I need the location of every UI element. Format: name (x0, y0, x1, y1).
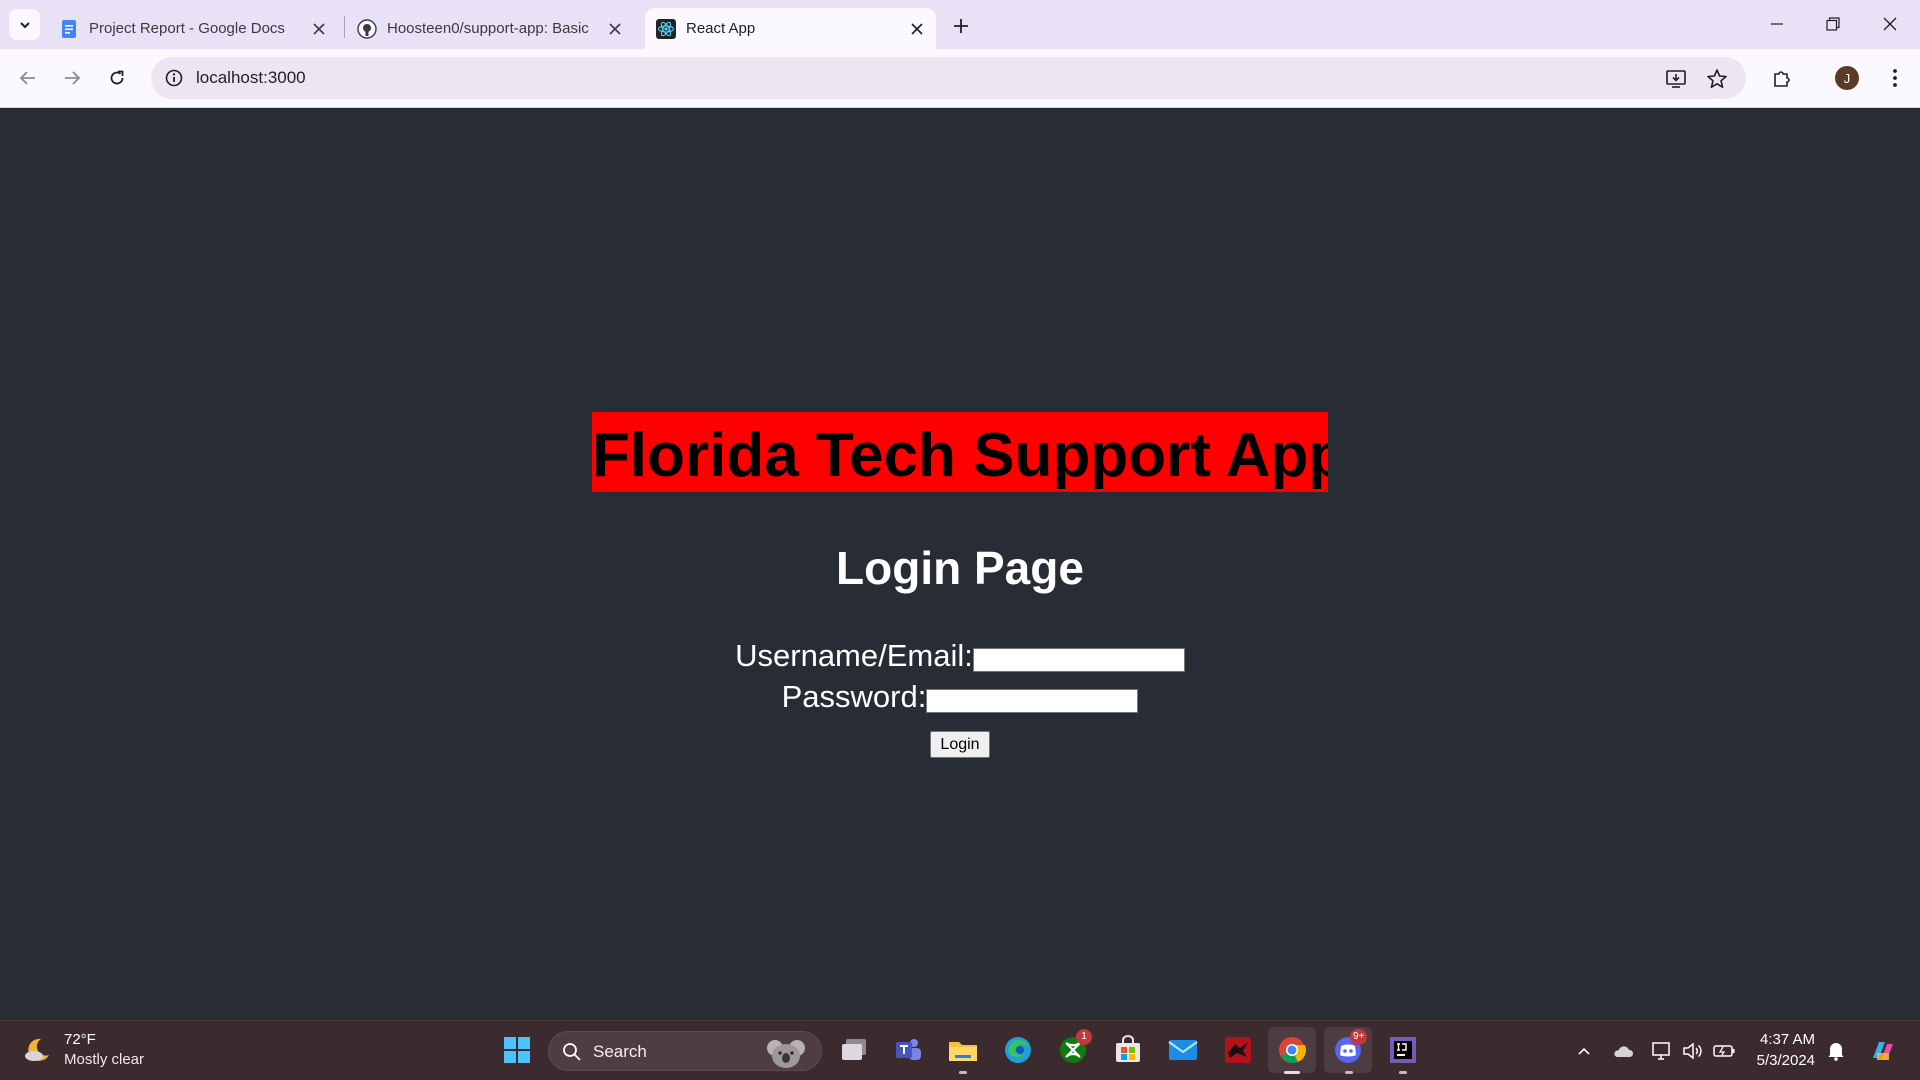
copilot-button[interactable] (1868, 1036, 1898, 1066)
react-icon (656, 18, 676, 39)
start-button[interactable] (500, 1033, 534, 1067)
chevron-down-icon (19, 21, 30, 28)
store-icon (1116, 1035, 1140, 1062)
speaker-icon (1683, 1042, 1702, 1060)
mail-icon (1168, 1040, 1198, 1060)
running-indicator (1345, 1071, 1353, 1074)
onedrive-tray[interactable] (1612, 1040, 1634, 1062)
login-button[interactable]: Login (930, 731, 990, 758)
tab-github[interactable]: Hoosteen0/support-app: Basic (346, 8, 634, 49)
notifications-button[interactable] (1825, 1040, 1847, 1062)
back-button[interactable] (11, 61, 45, 95)
close-tab-icon[interactable] (604, 18, 626, 40)
username-input[interactable] (972, 648, 1185, 672)
cloud-icon (1614, 1046, 1634, 1057)
show-hidden-icons-button[interactable] (1573, 1040, 1595, 1062)
username-row: Username/Email: (0, 638, 1920, 674)
mail-app[interactable] (1166, 1033, 1200, 1067)
teams-icon (896, 1039, 921, 1060)
bookmark-star-icon[interactable] (1704, 66, 1730, 92)
edge-icon (1005, 1037, 1031, 1063)
password-input[interactable] (926, 689, 1139, 713)
chevron-up-icon (1578, 1047, 1590, 1055)
tab-title: Hoosteen0/support-app: Basic (387, 20, 589, 37)
tab-google-docs[interactable]: Project Report - Google Docs (48, 8, 338, 49)
plus-icon (954, 19, 968, 33)
task-view-button[interactable] (837, 1033, 871, 1067)
running-indicator (959, 1071, 967, 1074)
browser-tab-strip: Project Report - Google Docs Hoosteen0/s… (0, 0, 1920, 49)
active-indicator (1284, 1071, 1300, 1074)
xbox-notification-badge: 1 (1076, 1029, 1092, 1045)
folder-icon (949, 1042, 977, 1061)
close-tab-icon[interactable] (906, 18, 928, 40)
close-tab-icon[interactable] (308, 18, 330, 40)
close-icon (1883, 17, 1897, 31)
battery-icon (1713, 1045, 1735, 1057)
profile-initial: J (1843, 70, 1851, 86)
bell-icon (1828, 1043, 1844, 1061)
gaming-app[interactable] (1221, 1033, 1255, 1067)
koala-highlight-icon (767, 1040, 805, 1068)
microsoft-store-app[interactable] (1111, 1033, 1145, 1067)
tab-search-button[interactable] (9, 9, 40, 40)
edge-app[interactable] (1001, 1033, 1035, 1067)
tab-title: React App (686, 20, 756, 37)
tab-separator (344, 16, 345, 38)
site-info-icon[interactable] (163, 67, 185, 89)
arrow-left-icon (19, 71, 35, 85)
reload-icon (110, 70, 124, 85)
react-app-page: Florida Tech Support App Login Page User… (0, 109, 1920, 1020)
weather-moon-icon[interactable] (22, 1035, 52, 1065)
network-icon (1652, 1042, 1670, 1060)
kebab-menu-icon[interactable] (1880, 63, 1910, 93)
battery-tray[interactable] (1713, 1040, 1735, 1062)
tab-title: Project Report - Google Docs (89, 20, 285, 37)
volume-tray[interactable] (1682, 1040, 1704, 1062)
weather-temperature[interactable]: 72°F (64, 1031, 96, 1048)
copilot-icon (1873, 1042, 1893, 1060)
login-heading: Login Page (836, 542, 1084, 594)
profile-avatar[interactable]: J (1835, 66, 1859, 90)
windows-logo-icon (504, 1037, 530, 1063)
file-explorer-app[interactable] (946, 1033, 980, 1067)
intellij-app[interactable] (1386, 1033, 1420, 1067)
arrow-right-icon (65, 71, 81, 85)
tab-react-app[interactable]: React App (645, 8, 936, 49)
username-label: Username/Email: (735, 638, 973, 673)
minimize-button[interactable] (1749, 0, 1805, 48)
app-title: Florida Tech Support App (592, 412, 1328, 492)
install-app-icon[interactable] (1663, 66, 1689, 92)
search-label: Search (593, 1042, 647, 1061)
browser-toolbar: localhost:3000 (0, 49, 1920, 108)
restore-button[interactable] (1805, 0, 1861, 48)
task-view-icon (842, 1039, 866, 1060)
close-window-button[interactable] (1862, 0, 1918, 48)
restore-icon (1826, 17, 1840, 31)
search-icon (563, 1043, 581, 1061)
taskbar-search-box[interactable]: Search (548, 1031, 822, 1071)
password-row: Password: (0, 679, 1920, 715)
address-bar[interactable]: localhost:3000 (151, 57, 1746, 99)
clock-date[interactable]: 5/3/2024 (1757, 1052, 1815, 1069)
intellij-icon (1390, 1037, 1416, 1063)
teams-app[interactable] (891, 1033, 925, 1067)
new-tab-button[interactable] (947, 12, 975, 40)
url-text[interactable]: localhost:3000 (196, 68, 306, 88)
github-icon (357, 18, 377, 39)
clock-time[interactable]: 4:37 AM (1760, 1031, 1815, 1048)
forward-button[interactable] (55, 61, 89, 95)
minimize-icon (1771, 23, 1783, 25)
chrome-icon (1279, 1037, 1306, 1064)
password-label: Password: (781, 679, 927, 714)
chrome-app[interactable] (1268, 1027, 1316, 1073)
running-indicator (1399, 1071, 1407, 1074)
dragon-app-icon (1225, 1037, 1251, 1063)
windows-taskbar: 72°F Mostly clear Search 1 9+ 4:37 AM 5/… (0, 1020, 1920, 1080)
network-tray[interactable] (1651, 1040, 1673, 1062)
google-docs-icon (62, 19, 76, 38)
extensions-puzzle-icon[interactable] (1767, 63, 1797, 93)
weather-description[interactable]: Mostly clear (64, 1051, 144, 1068)
reload-button[interactable] (100, 61, 134, 95)
